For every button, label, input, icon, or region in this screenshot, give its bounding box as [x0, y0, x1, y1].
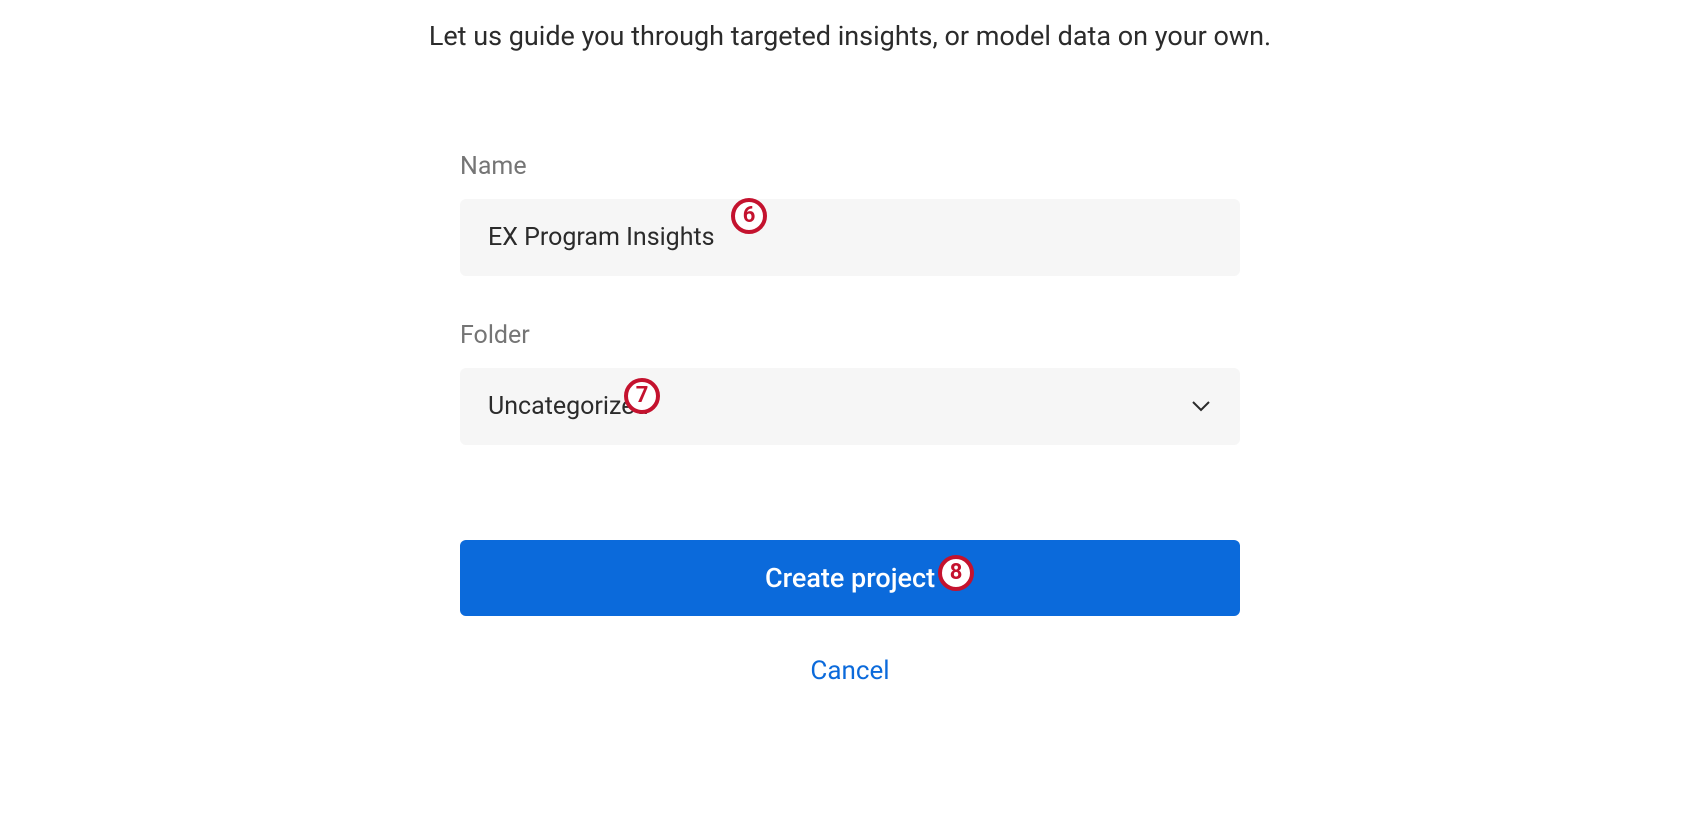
annotation-badge-8: 8: [938, 555, 974, 591]
name-field-group: Name: [460, 152, 1240, 276]
folder-select[interactable]: Uncategorized: [460, 368, 1240, 445]
page-subtitle: Let us guide you through targeted insigh…: [0, 20, 1700, 52]
folder-label: Folder: [460, 321, 1240, 350]
chevron-down-icon: [1190, 396, 1212, 418]
annotation-badge-6: 6: [731, 198, 767, 234]
name-input[interactable]: [460, 199, 1240, 276]
action-buttons: Create project Cancel: [460, 540, 1240, 686]
name-label: Name: [460, 152, 1240, 181]
annotation-badge-7: 7: [624, 378, 660, 414]
cancel-button[interactable]: Cancel: [460, 656, 1240, 686]
create-project-button[interactable]: Create project: [460, 540, 1240, 616]
create-project-form: Name Folder Uncategorized Create project…: [460, 152, 1240, 686]
folder-field-group: Folder Uncategorized: [460, 321, 1240, 445]
